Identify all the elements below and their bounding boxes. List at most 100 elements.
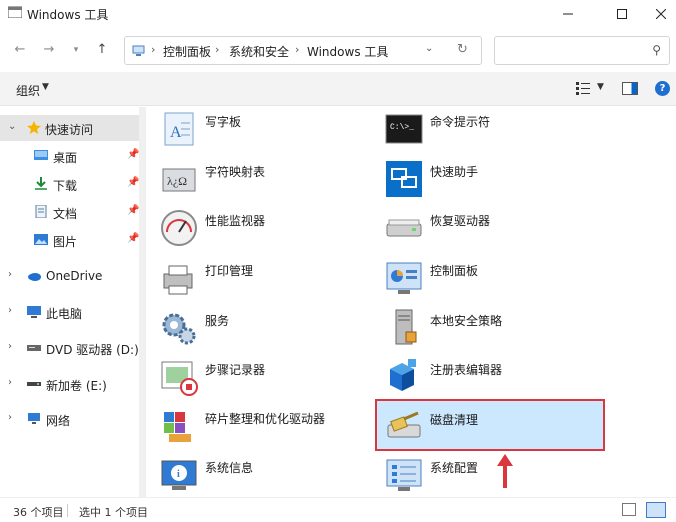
item-label: 系统配置	[430, 461, 479, 475]
star-icon	[27, 121, 41, 134]
pin-icon[interactable]: 📌	[127, 233, 139, 244]
pc-icon	[27, 306, 41, 318]
organize-button[interactable]: 组织	[16, 82, 40, 99]
up-arrow-icon[interactable]: ↑	[92, 40, 112, 60]
sidebar-item-dvd-drive[interactable]: › DVD 驱动器 (D:) CC	[0, 335, 146, 361]
title-bar: Windows 工具	[0, 0, 676, 28]
sidebar-item-label: 下载	[53, 179, 78, 193]
refresh-icon[interactable]: ↻	[457, 42, 468, 57]
chevron-right-icon[interactable]: ›	[8, 341, 12, 352]
sidebar-item-label: OneDrive	[46, 269, 103, 283]
disk-cleanup-icon	[387, 411, 421, 438]
list-item-steps-recorder[interactable]: 步骤记录器	[159, 355, 359, 399]
sidebar-item-label: DVD 驱动器 (D:) CC	[46, 343, 138, 357]
chevron-right-icon[interactable]: ›	[8, 412, 12, 423]
list-item-print-management[interactable]: 打印管理	[159, 256, 359, 300]
breadcrumb-windows-tools[interactable]: Windows 工具	[307, 43, 388, 60]
pin-icon[interactable]: 📌	[127, 149, 139, 160]
item-label: 性能监视器	[205, 214, 266, 228]
chevron-right-icon[interactable]: ›	[8, 377, 12, 388]
annotation-arrow-icon	[497, 454, 513, 488]
recent-dropdown-icon[interactable]: ▾	[66, 40, 86, 60]
minimize-button[interactable]	[545, 0, 591, 28]
sidebar-item-label: 此电脑	[46, 307, 83, 321]
sidebar-item-desktop[interactable]: 桌面 📌	[0, 143, 146, 169]
cmd-icon: C:\>_	[385, 114, 423, 144]
sidebar-item-downloads[interactable]: 下载 📌	[0, 171, 146, 197]
pin-icon[interactable]: 📌	[127, 177, 139, 188]
recovery-drive-icon	[386, 219, 422, 237]
view-dropdown-icon[interactable]: ▼	[597, 82, 604, 92]
svg-text:λ¿Ω: λ¿Ω	[167, 174, 187, 188]
close-icon	[655, 9, 666, 19]
sidebar-scrollbar[interactable]	[139, 107, 146, 497]
svg-text:A: A	[170, 124, 182, 141]
navigation-pane: ⌄ 快速访问 桌面 📌 下载 📌 文档 📌 图片 📌 › OneDrive › …	[0, 107, 146, 497]
desktop-icon	[34, 150, 48, 160]
breadcrumb-control-panel[interactable]: 控制面板	[163, 43, 211, 60]
address-bar[interactable]: › 控制面板 › 系统和安全 › Windows 工具 ⌄ ↻	[124, 36, 482, 65]
list-item-services[interactable]: 服务	[159, 306, 359, 350]
item-label: 服务	[205, 314, 230, 328]
back-arrow-icon[interactable]: ←	[10, 40, 30, 60]
item-label: 恢复驱动器	[430, 214, 491, 228]
preview-pane-icon[interactable]	[622, 82, 638, 95]
view-options-icon[interactable]	[576, 81, 590, 95]
maximize-button[interactable]	[599, 0, 645, 28]
forward-arrow-icon[interactable]: →	[39, 40, 59, 60]
sidebar-item-label: 桌面	[53, 151, 78, 165]
list-item-recovery-drive[interactable]: 恢复驱动器	[384, 206, 604, 250]
breadcrumb-system-security[interactable]: 系统和安全	[229, 43, 289, 60]
minimize-icon	[563, 13, 573, 15]
sidebar-item-onedrive[interactable]: › OneDrive	[0, 263, 146, 289]
sidebar-item-pictures[interactable]: 图片 📌	[0, 227, 146, 253]
search-icon: ⚲	[652, 43, 661, 57]
svg-text:i: i	[177, 469, 180, 480]
pictures-icon	[34, 234, 48, 245]
list-item-system-info[interactable]: i 系统信息	[159, 453, 359, 497]
breadcrumb-separator-icon: ›	[151, 43, 156, 56]
sidebar-item-new-volume[interactable]: › 新加卷 (E:)	[0, 371, 146, 397]
list-item-cmd[interactable]: C:\>_ 命令提示符	[384, 107, 604, 151]
chevron-right-icon[interactable]: ›	[8, 305, 12, 316]
file-list: A 写字板 λ¿Ω 字符映射表 性能监视器 打印管理 服务 步骤记录器 碎片整理…	[146, 107, 676, 497]
steps-recorder-icon	[161, 361, 198, 396]
item-label: 快速助手	[430, 165, 479, 179]
organize-dropdown-icon[interactable]: ▼	[42, 82, 49, 92]
defrag-icon	[164, 412, 191, 442]
sidebar-item-label: 图片	[53, 235, 78, 249]
list-item-charmap[interactable]: λ¿Ω 字符映射表	[159, 157, 359, 201]
sidebar-item-quick-access[interactable]: ⌄ 快速访问	[0, 115, 139, 141]
help-icon[interactable]: ?	[655, 81, 670, 96]
address-dropdown-icon[interactable]: ⌄	[425, 43, 433, 54]
close-button[interactable]	[645, 0, 676, 28]
list-item-defrag[interactable]: 碎片整理和优化驱动器	[159, 404, 359, 448]
breadcrumb-separator-icon: ›	[215, 43, 220, 56]
pin-icon[interactable]: 📌	[127, 205, 139, 216]
list-item-msconfig[interactable]: 系统配置	[384, 453, 604, 497]
maximize-icon	[617, 9, 627, 19]
chevron-right-icon[interactable]: ›	[8, 269, 12, 280]
list-item-perfmon[interactable]: 性能监视器	[159, 206, 359, 250]
perfmon-icon	[161, 210, 197, 246]
quick-assist-icon	[386, 161, 422, 197]
list-item-disk-cleanup[interactable]: 磁盘清理	[375, 399, 605, 451]
list-item-quick-assist[interactable]: 快速助手	[384, 157, 604, 201]
control-panel-icon	[386, 262, 422, 294]
list-item-wordpad[interactable]: A 写字板	[159, 107, 359, 151]
sidebar-item-network[interactable]: › 网络	[0, 406, 146, 432]
details-view-icon[interactable]	[622, 503, 636, 516]
chevron-down-icon[interactable]: ⌄	[8, 121, 16, 132]
item-label: 碎片整理和优化驱动器	[205, 412, 326, 426]
sidebar-item-documents[interactable]: 文档 📌	[0, 199, 146, 225]
list-item-regedit[interactable]: 注册表编辑器	[384, 355, 604, 399]
wordpad-icon: A	[164, 112, 194, 146]
control-panel-small-icon	[132, 45, 145, 56]
sidebar-item-this-pc[interactable]: › 此电脑	[0, 299, 146, 325]
large-icons-view-icon[interactable]	[646, 502, 666, 518]
list-item-security-policy[interactable]: 本地安全策略	[384, 306, 604, 350]
system-info-icon: i	[161, 460, 197, 490]
search-input[interactable]: ⚲	[494, 36, 670, 65]
list-item-control-panel[interactable]: 控制面板	[384, 256, 604, 300]
breadcrumb-separator-icon: ›	[295, 43, 300, 56]
